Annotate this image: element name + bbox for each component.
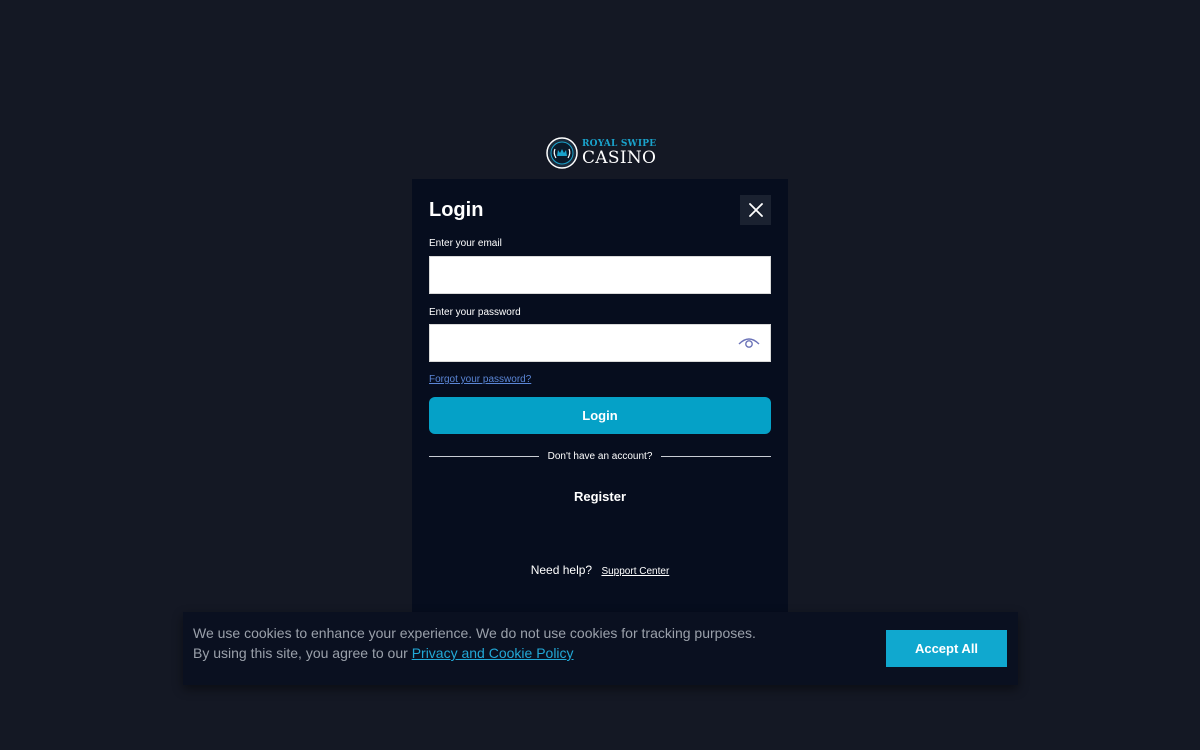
login-modal: Login Enter your email Enter your passwo… <box>412 179 788 619</box>
email-label: Enter your email <box>429 238 502 249</box>
register-button[interactable]: Register <box>550 485 650 507</box>
logo-text-bottom: CASINO <box>582 147 657 168</box>
divider-line-right <box>661 455 772 457</box>
help-section: Need help? Support Center <box>412 563 788 577</box>
accept-all-button[interactable]: Accept All <box>886 630 1007 667</box>
password-label: Enter your password <box>429 307 521 318</box>
privacy-policy-link[interactable]: Privacy and Cookie Policy <box>412 645 574 661</box>
login-button[interactable]: Login <box>429 397 771 434</box>
eye-icon <box>738 338 760 348</box>
close-icon <box>748 203 763 217</box>
cookie-banner: We use cookies to enhance your experienc… <box>183 612 1018 685</box>
password-field[interactable] <box>430 325 770 361</box>
site-logo[interactable]: ROYAL SWIPE CASINO <box>546 136 656 170</box>
password-field-wrapper <box>429 324 771 362</box>
divider-line-left <box>429 455 539 457</box>
no-account-text: Don't have an account? <box>547 450 653 462</box>
email-field-wrapper <box>429 256 771 294</box>
crown-laurel-icon <box>546 137 578 169</box>
cookie-message-line1: We use cookies to enhance your experienc… <box>193 625 756 641</box>
cookie-message-prefix: By using this site, you agree to our <box>193 645 408 661</box>
cookie-message: We use cookies to enhance your experienc… <box>193 623 756 663</box>
forgot-password-link[interactable]: Forgot your password? <box>429 374 531 385</box>
close-button[interactable] <box>740 195 771 225</box>
modal-title: Login <box>429 199 484 221</box>
email-field[interactable] <box>430 257 770 293</box>
help-text: Need help? <box>530 563 593 577</box>
support-center-link[interactable]: Support Center <box>601 566 669 577</box>
toggle-password-visibility-button[interactable] <box>738 335 760 351</box>
cookie-message-line2: By using this site, you agree to our Pri… <box>193 643 756 663</box>
account-divider: Don't have an account? <box>429 449 772 463</box>
